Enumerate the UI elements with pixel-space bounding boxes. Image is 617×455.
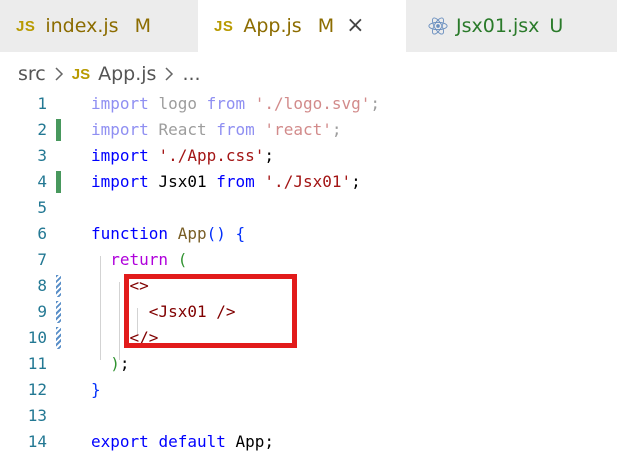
modified-line-marker[interactable]	[56, 327, 61, 349]
line-number: 11	[27, 354, 47, 373]
tab-label: index.js	[45, 15, 119, 37]
modified-badge: M	[317, 15, 335, 37]
modified-line-marker[interactable]	[56, 275, 61, 297]
tab-label: App.js	[243, 15, 302, 37]
close-tab-icon[interactable]: ×	[346, 15, 364, 37]
react-icon	[428, 16, 448, 36]
line-content: import logo from './logo.svg';	[91, 94, 381, 113]
code-line: 10 </>	[0, 325, 617, 351]
code-line: 8 <>	[0, 273, 617, 299]
code-line: 7 return (	[0, 247, 617, 273]
code-line: 2 import React from 'react';	[0, 117, 617, 143]
chevron-right-icon	[164, 66, 174, 82]
code-line: 4 import Jsx01 from './Jsx01';	[0, 169, 617, 195]
tab-jsx01-jsx[interactable]: Jsx01.jsx U	[406, 0, 617, 52]
code-line: 14 export default App;	[0, 429, 617, 455]
line-number: 6	[37, 224, 47, 243]
chevron-right-icon	[54, 66, 64, 82]
line-number: 1	[37, 94, 47, 113]
line-content: import React from 'react';	[91, 120, 342, 139]
line-content: export default App;	[91, 432, 275, 451]
line-number: 4	[37, 172, 47, 191]
line-content: import './App.css';	[91, 146, 275, 165]
code-line: 13	[0, 403, 617, 429]
tab-bar: JS index.js M JS App.js M × Jsx01.jsx U	[0, 0, 617, 52]
line-number: 12	[27, 380, 47, 399]
highlight-box	[124, 274, 297, 348]
js-file-icon: JS	[71, 65, 91, 83]
line-number: 10	[27, 328, 47, 347]
js-file-icon: JS	[16, 17, 36, 35]
js-file-icon: JS	[214, 17, 234, 35]
breadcrumb-file[interactable]: App.js	[98, 63, 156, 85]
line-content: import Jsx01 from './Jsx01';	[91, 172, 361, 191]
breadcrumb-more[interactable]: ...	[182, 63, 200, 85]
line-content: return (	[110, 250, 188, 269]
code-line: 11 );	[0, 351, 617, 377]
tab-index-js[interactable]: JS index.js M	[0, 0, 198, 52]
code-line: 6 function App() {	[0, 221, 617, 247]
tab-app-js[interactable]: JS App.js M ×	[198, 0, 406, 52]
line-number: 7	[37, 250, 47, 269]
code-line: 3 import './App.css';	[0, 143, 617, 169]
untracked-badge: U	[549, 15, 564, 37]
line-content: function App() {	[91, 224, 246, 243]
modified-line-marker[interactable]	[56, 301, 61, 323]
line-number: 9	[37, 302, 47, 321]
line-number: 5	[37, 198, 47, 217]
code-line: 12 }	[0, 377, 617, 403]
added-line-marker[interactable]	[56, 119, 61, 141]
line-number: 8	[37, 276, 47, 295]
line-content: }	[91, 380, 101, 399]
modified-badge: M	[134, 15, 151, 37]
line-number: 14	[27, 432, 47, 451]
tab-label: Jsx01.jsx	[456, 15, 540, 37]
line-content: );	[110, 354, 130, 373]
line-number: 3	[37, 146, 47, 165]
breadcrumb: src JS App.js ...	[18, 60, 201, 88]
code-line: 9 <Jsx01 />	[0, 299, 617, 325]
added-line-marker[interactable]	[56, 171, 61, 193]
line-number: 13	[27, 406, 47, 425]
code-line: 5	[0, 195, 617, 221]
code-line: 1 import logo from './logo.svg';	[0, 91, 617, 117]
code-editor[interactable]: 1 import logo from './logo.svg'; 2 impor…	[0, 90, 617, 451]
line-number: 2	[37, 120, 47, 139]
breadcrumb-folder[interactable]: src	[18, 63, 46, 85]
